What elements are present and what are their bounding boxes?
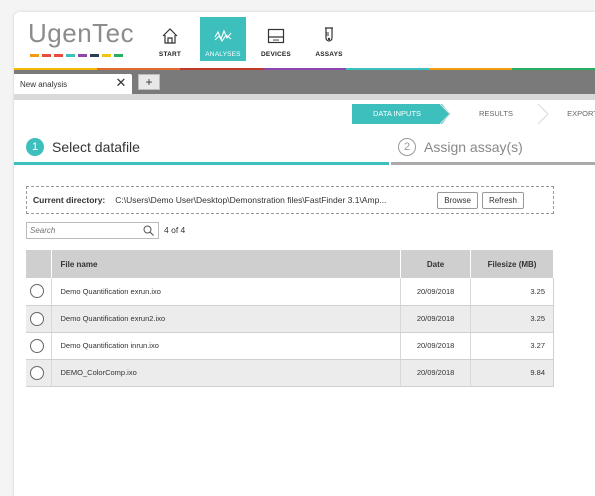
step-title: Assign assay(s) [424, 139, 523, 155]
tab-new-analysis[interactable]: New analysis ✕ [14, 74, 132, 94]
step-progress-inactive [391, 162, 595, 165]
date-cell: 20/09/2018 [400, 359, 472, 387]
step-title: Select datafile [52, 139, 140, 155]
column-header-filesize[interactable]: Filesize (MB) [470, 250, 554, 278]
wizard-breadcrumb: DATA INPUTS RESULTS EXPORTS [352, 104, 595, 124]
file-name-cell: Demo Quantification inrun.ixo [51, 332, 402, 360]
tab-label: New analysis [20, 80, 68, 89]
filesize-cell: 3.25 [470, 278, 554, 306]
datafile-table: File name Date Filesize (MB) Demo Quanti… [26, 250, 554, 387]
directory-label: Current directory: [33, 195, 106, 205]
result-count: 4 of 4 [164, 225, 186, 235]
date-cell: 20/09/2018 [400, 278, 472, 306]
logo-bar-segment [66, 54, 75, 57]
filesize-cell: 9.84 [470, 359, 554, 387]
logo-color-bar [30, 54, 126, 57]
logo-bar-segment [102, 54, 111, 57]
close-icon[interactable]: ✕ [114, 76, 128, 90]
table-row[interactable]: Demo Quantification inrun.ixo 20/09/2018… [26, 332, 554, 360]
logo-bar-segment [30, 54, 39, 57]
tab-strip: New analysis ✕ + [14, 70, 595, 94]
row-select-cell [26, 278, 53, 306]
column-header-date[interactable]: Date [400, 250, 472, 278]
directory-path: C:\Users\Demo User\Desktop\Demonstration… [115, 195, 387, 205]
search-box [26, 222, 159, 239]
search-icon[interactable] [143, 225, 154, 236]
ugentec-logo: UgenTec [28, 18, 138, 66]
nav-item-assays[interactable]: ASSAYS [306, 17, 352, 61]
app-header: UgenTec START ANALYSES DEVICES ASSAYS [14, 12, 595, 70]
logo-text: UgenTec [28, 18, 135, 48]
nav-item-devices[interactable]: DEVICES [253, 17, 299, 61]
home-icon [162, 28, 178, 44]
file-name-cell: DEMO_ColorComp.ixo [51, 359, 402, 387]
step-select-datafile: 1 Select datafile [26, 134, 140, 160]
refresh-button[interactable]: Refresh [481, 191, 524, 209]
assays-icon [325, 27, 333, 42]
row-radio-button[interactable] [30, 284, 44, 299]
main-nav: START ANALYSES DEVICES ASSAYS [147, 17, 359, 65]
wizard-step-data-inputs[interactable]: DATA INPUTS [352, 104, 450, 124]
table-header-row: File name Date Filesize (MB) [26, 250, 554, 278]
row-select-cell [26, 305, 53, 333]
directory-box: Current directory: C:\Users\Demo User\De… [26, 186, 554, 214]
row-radio-button[interactable] [30, 338, 44, 353]
file-name-cell: Demo Quantification exrun2.ixo [51, 305, 402, 333]
filesize-cell: 3.25 [470, 305, 554, 333]
file-name-cell: Demo Quantification exrun.ixo [51, 278, 402, 306]
row-radio-button[interactable] [30, 365, 44, 380]
select-column-header [26, 250, 53, 278]
column-header-file-name[interactable]: File name [51, 250, 402, 278]
table-row[interactable]: DEMO_ColorComp.ixo 20/09/2018 9.84 [26, 359, 554, 387]
logo-bar-segment [54, 54, 63, 57]
chevron-right-icon [537, 104, 549, 124]
nav-item-analyses[interactable]: ANALYSES [200, 17, 246, 61]
logo-bar-segment [78, 54, 87, 57]
logo-bar-segment [90, 54, 99, 57]
step-progress-active [14, 162, 389, 165]
nav-label-devices: DEVICES [261, 51, 291, 58]
devices-icon [267, 28, 285, 44]
nav-label-start: START [158, 51, 182, 58]
step-assign-assays[interactable]: 2 Assign assay(s) [398, 134, 523, 160]
nav-label-assays: ASSAYS [315, 51, 343, 58]
browse-button[interactable]: Browse [437, 191, 478, 209]
row-radio-button[interactable] [30, 311, 44, 326]
nav-item-start[interactable]: START [147, 17, 193, 61]
logo-bar-segment [42, 54, 51, 57]
logo-bar-segment [114, 54, 123, 57]
chevron-right-icon [439, 104, 451, 124]
wizard-step-results[interactable]: RESULTS [456, 104, 536, 124]
add-tab-button[interactable]: + [138, 74, 160, 90]
analyses-icon [214, 29, 232, 43]
row-select-cell [26, 359, 53, 387]
wizard-step-exports[interactable]: EXPORTS [550, 104, 595, 124]
step-number-badge: 1 [26, 138, 44, 156]
search-input[interactable] [27, 223, 137, 238]
tab-subbar [14, 94, 595, 100]
date-cell: 20/09/2018 [400, 305, 472, 333]
filesize-cell: 3.27 [470, 332, 554, 360]
row-select-cell [26, 332, 53, 360]
date-cell: 20/09/2018 [400, 332, 472, 360]
table-row[interactable]: Demo Quantification exrun.ixo 20/09/2018… [26, 278, 554, 306]
table-row[interactable]: Demo Quantification exrun2.ixo 20/09/201… [26, 305, 554, 333]
step-number-badge: 2 [398, 138, 416, 156]
app-window: UgenTec START ANALYSES DEVICES ASSAYS Ne… [14, 12, 595, 496]
nav-label-analyses: ANALYSES [205, 51, 241, 58]
